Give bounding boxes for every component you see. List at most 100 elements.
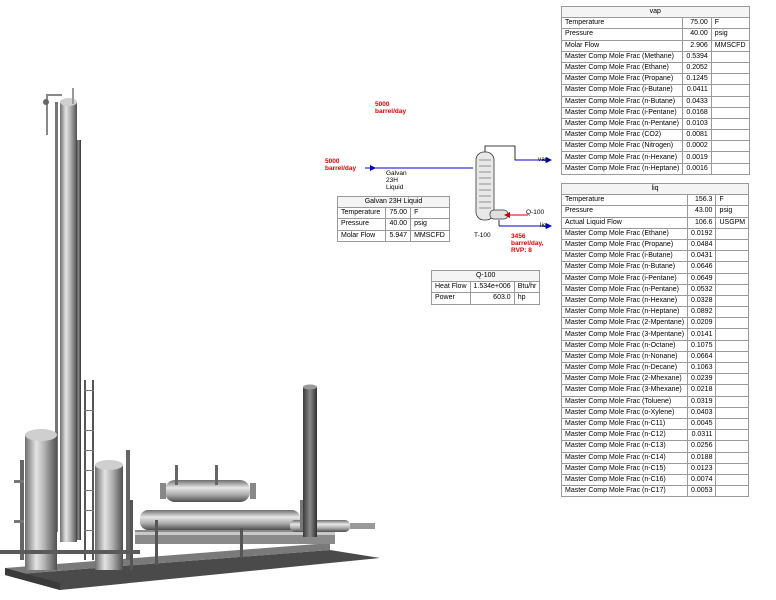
liq-unit-cell [715, 417, 750, 431]
galvan-property-table: Galvan 23H Liquid Temperature 75.00 F Press… [337, 195, 450, 242]
liq-value-cell: 106.6 [687, 216, 717, 229]
galvan-label-cell: Molar Flow [337, 229, 386, 242]
vap-unit-cell [710, 162, 750, 175]
q100-row: Heat Flow 1.534e+006 Btu/hr [431, 281, 541, 294]
q100-value-cell: 1.534e+006 [469, 281, 515, 294]
liq-row: Master Comp Mole Frac (n-C14) 0.0188 [560, 451, 750, 464]
vap-unit-cell [710, 151, 750, 164]
liq-unit-cell: F [715, 194, 750, 207]
liq-unit-cell [715, 261, 750, 274]
liq-label-cell: Master Comp Mole Frac (3-Mhexane) [560, 384, 689, 397]
liq-unit-cell [715, 306, 750, 319]
vap-label-cell: Master Comp Mole Frac (CO2) [560, 129, 684, 142]
liq-value-cell: 156.3 [687, 194, 717, 207]
vap-row: Molar Flow 2.906 MMSCFD [560, 39, 750, 52]
liq-row: Master Comp Mole Frac (i-Butane) 0.0431 [560, 250, 750, 263]
liq-unit-cell [715, 473, 750, 487]
liq-value-cell: 0.0239 [687, 373, 717, 386]
feed-stream-label[interactable]: Galvan 23H Liquid [386, 170, 407, 191]
vap-value-cell: 75.00 [682, 17, 712, 30]
liq-value-cell: 0.0074 [687, 473, 717, 487]
vap-row: Master Comp Mole Frac (Nitrogen) 0.0002 [560, 140, 750, 153]
vap-row: Temperature 75.00 F [560, 17, 750, 30]
product-rate-unit: barrel/day, [511, 240, 544, 247]
liq-table-title: liq [560, 182, 750, 196]
vap-label-cell: Master Comp Mole Frac (i-Pentane) [560, 106, 684, 119]
vap-unit-cell [710, 140, 750, 153]
column-label[interactable]: T-100 [474, 232, 491, 239]
feed-stream-arrow [370, 165, 376, 171]
liq-unit-cell [715, 462, 750, 475]
liq-label-cell: Master Comp Mole Frac (n-C12) [560, 429, 689, 442]
liq-label-cell: Master Comp Mole Frac (n-Butane) [560, 261, 689, 274]
left-vessel [25, 435, 57, 570]
liq-value-cell: 0.0045 [687, 417, 717, 431]
feed-name-line-2: 23H [386, 177, 398, 184]
liq-row: Master Comp Mole Frac (Ethane) 0.0192 [560, 227, 750, 240]
q100-unit-cell: Btu/hr [513, 281, 541, 294]
vap-label-cell: Master Comp Mole Frac (i-Butane) [560, 84, 684, 97]
liq-unit-cell [715, 485, 750, 498]
liq-unit-cell [715, 440, 750, 453]
liq-unit-cell [715, 294, 750, 308]
inlet-rate-value: 5000 [325, 158, 340, 165]
vap-unit-cell [710, 106, 750, 119]
liq-unit-cell: psig [715, 205, 750, 218]
liq-value-cell: 0.0123 [687, 462, 717, 475]
liq-label-cell: Master Comp Mole Frac (n-C11) [560, 417, 689, 431]
liq-unit-cell [715, 250, 750, 263]
vap-value-cell: 0.0411 [682, 84, 712, 97]
liq-row: Master Comp Mole Frac (n-C12) 0.0311 [560, 429, 750, 442]
liq-value-cell: 0.0319 [687, 395, 717, 408]
top-rate-value: 5000 [375, 101, 390, 108]
q100-value-cell: 603.0 [469, 292, 515, 305]
galvan-unit-cell: MMSCFD [410, 229, 450, 242]
liq-value-cell: 0.0188 [687, 451, 717, 464]
vap-value-cell: 0.0433 [682, 95, 712, 108]
liq-unit-cell [715, 317, 750, 330]
galvan-unit-cell: F [410, 207, 450, 220]
galvan-table-title: Galvan 23H Liquid [337, 195, 450, 209]
liq-row: Master Comp Mole Frac (3-Mhexane) 0.0218 [560, 384, 750, 397]
liq-stream-label[interactable]: liq [540, 222, 547, 229]
liq-row: Master Comp Mole Frac (n-Hexane) 0.0328 [560, 294, 750, 308]
vap-row: Master Comp Mole Frac (n-Butane) 0.0433 [560, 95, 750, 108]
column-t100-icon [475, 151, 495, 221]
vap-stream-label[interactable]: vap [538, 156, 548, 163]
vap-label-cell: Master Comp Mole Frac (Nitrogen) [560, 140, 684, 153]
liq-label-cell: Master Comp Mole Frac (Toluene) [560, 395, 689, 408]
feed-name-line-3: Liquid [386, 184, 404, 191]
liq-value-cell: 0.0664 [687, 350, 717, 364]
liq-value-cell: 43.00 [687, 205, 717, 218]
liq-unit-cell [715, 339, 750, 352]
q100-property-table: Q-100 Heat Flow 1.534e+006 Btu/hr Power 603.… [430, 269, 541, 305]
liq-row: Master Comp Mole Frac (n-C13) 0.0256 [560, 440, 750, 453]
vap-row: Master Comp Mole Frac (n-Pentane) 0.0103 [560, 117, 750, 131]
liq-label-cell: Master Comp Mole Frac (o-Xylene) [560, 406, 689, 419]
exchanger [140, 510, 300, 530]
vap-label-cell: Master Comp Mole Frac (Ethane) [560, 61, 684, 75]
vap-row: Master Comp Mole Frac (i-Butane) 0.0411 [560, 84, 750, 97]
vap-unit-cell [710, 129, 750, 142]
liq-unit-cell [715, 272, 750, 285]
liq-row: Master Comp Mole Frac (n-C15) 0.0123 [560, 462, 750, 475]
galvan-row: Molar Flow 5.947 MMSCFD [337, 229, 450, 242]
top-rate-unit: barrel/day [375, 108, 407, 115]
product-rate-annotation: 3456 barrel/day, RVP: 8 [511, 233, 543, 254]
galvan-label-cell: Pressure [337, 218, 386, 231]
vap-label-cell: Master Comp Mole Frac (Propane) [560, 73, 684, 86]
liq-unit-cell [715, 328, 750, 341]
exhaust-stack [303, 387, 317, 537]
liq-label-cell: Master Comp Mole Frac (n-Pentane) [560, 283, 689, 296]
liq-label-cell: Master Comp Mole Frac (3-Mpentane) [560, 328, 689, 341]
liq-row: Master Comp Mole Frac (n-Octane) 0.1075 [560, 339, 750, 352]
galvan-value-cell: 75.00 [384, 207, 412, 220]
product-rvp: RVP: 8 [511, 247, 532, 254]
middle-vessel [95, 465, 123, 570]
liq-row: Master Comp Mole Frac (n-C16) 0.0074 [560, 473, 750, 487]
vap-label-cell: Master Comp Mole Frac (n-Hexane) [560, 151, 684, 164]
liq-value-cell: 0.0892 [687, 306, 717, 319]
liq-row: Master Comp Mole Frac (3-Mpentane) 0.0141 [560, 328, 750, 341]
vap-value-cell: 0.2052 [682, 61, 712, 75]
duty-stream-label[interactable]: Q-100 [526, 209, 544, 216]
